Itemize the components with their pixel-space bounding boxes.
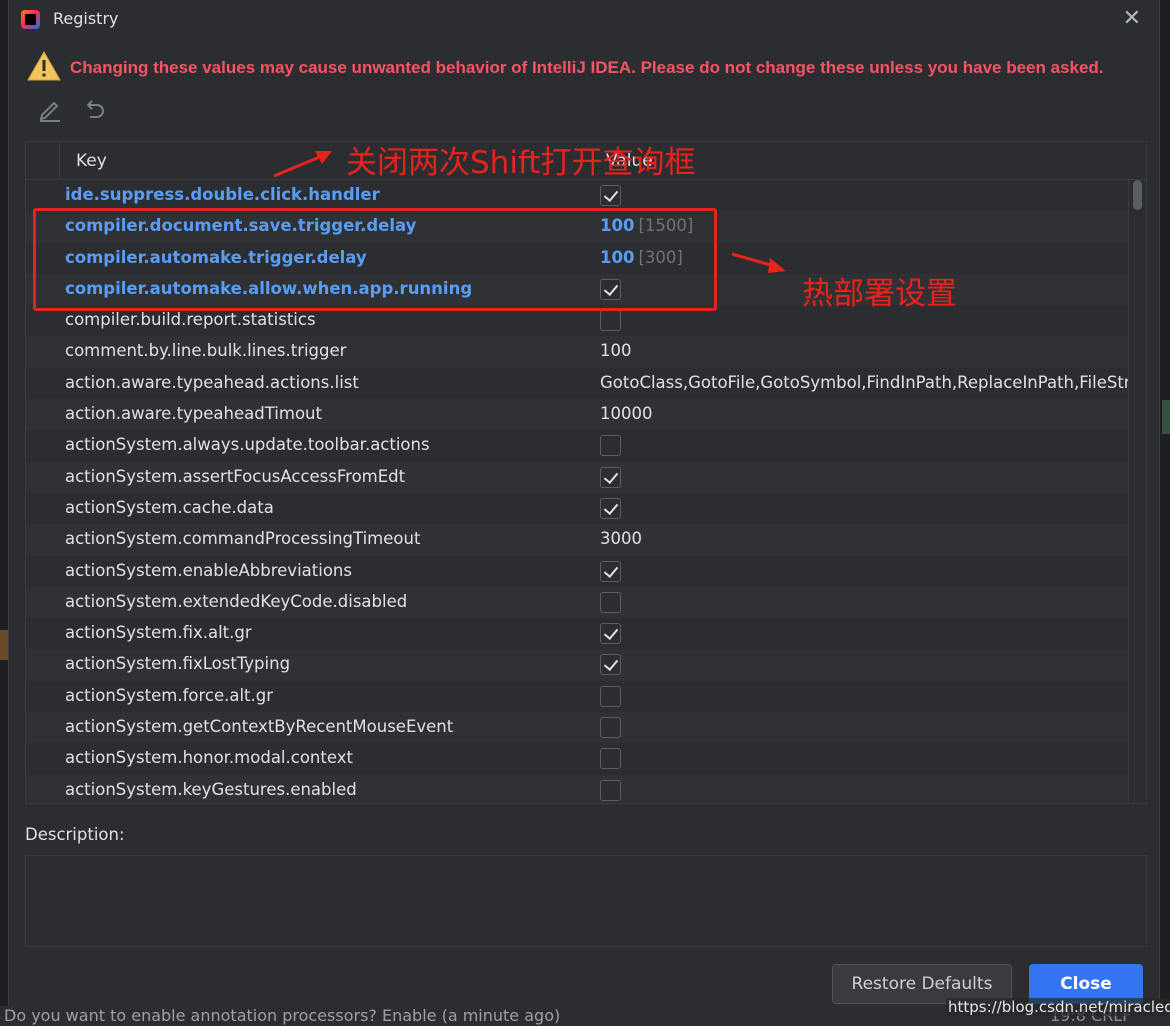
table-row[interactable]: actionSystem.force.alt.gr bbox=[26, 681, 1130, 712]
row-value-text: 10000 bbox=[600, 404, 653, 424]
table-row[interactable]: actionSystem.assertFocusAccessFromEdt bbox=[26, 461, 1130, 493]
watermark: https://blog.csdn.net/miracleon bbox=[946, 998, 1170, 1016]
row-key: actionSystem.always.update.toolbar.actio… bbox=[65, 435, 430, 455]
row-key: actionSystem.assertFocusAccessFromEdt bbox=[65, 466, 406, 486]
row-value-text: GotoClass,GotoFile,GotoSymbol,FindInPath… bbox=[600, 372, 1130, 392]
warning-text: Changing these values may cause unwanted… bbox=[70, 58, 1104, 77]
row-key: actionSystem.keyGestures.enabled bbox=[65, 779, 357, 799]
table-row[interactable]: actionSystem.fix.alt.gr bbox=[26, 618, 1130, 649]
row-key: actionSystem.enableAbbreviations bbox=[65, 560, 352, 580]
row-value-text: 3000 bbox=[600, 529, 642, 549]
row-key: actionSystem.getContextByRecentMouseEven… bbox=[65, 717, 454, 737]
checkbox-checked[interactable] bbox=[600, 185, 621, 206]
row-key: actionSystem.extendedKeyCode.disabled bbox=[65, 591, 408, 611]
description-label: Description: bbox=[25, 825, 125, 844]
annotation-hot-deploy: 热部署设置 bbox=[802, 276, 957, 312]
checkbox-checked[interactable] bbox=[600, 560, 621, 582]
table-row[interactable]: actionSystem.getContextByRecentMouseEven… bbox=[26, 712, 1130, 744]
checkbox-unchecked[interactable] bbox=[600, 717, 621, 739]
row-key: actionSystem.fixLostTyping bbox=[65, 654, 291, 674]
column-header-key[interactable]: Key bbox=[76, 151, 107, 171]
warning-triangle-icon bbox=[27, 51, 61, 81]
row-value[interactable]: 100 bbox=[600, 341, 1130, 360]
annotation-disable-double-shift: 关闭两次Shift打开查询框 bbox=[346, 145, 696, 181]
scrollbar-thumb[interactable] bbox=[1133, 180, 1142, 210]
checkbox-unchecked[interactable] bbox=[600, 591, 621, 613]
table-row[interactable]: actionSystem.honor.modal.context bbox=[26, 743, 1130, 774]
checkbox-checked[interactable] bbox=[600, 497, 621, 519]
row-value[interactable]: 3000 bbox=[600, 529, 1130, 548]
row-key: actionSystem.cache.data bbox=[65, 497, 274, 517]
table-row[interactable]: action.aware.typeahead.actions.list GotoC… bbox=[26, 368, 1130, 399]
dialog-title: Registry bbox=[53, 9, 119, 28]
app-logo-icon bbox=[21, 10, 40, 29]
row-key: actionSystem.fix.alt.gr bbox=[65, 623, 252, 643]
table-row[interactable]: comment.by.line.bulk.lines.trigger 100 bbox=[26, 336, 1130, 368]
row-key: compiler.build.report.statistics bbox=[65, 310, 316, 330]
table-row[interactable]: actionSystem.extendedKeyCode.disabled bbox=[26, 586, 1130, 619]
table-row[interactable]: ide.suppress.double.click.handler bbox=[26, 180, 1130, 211]
edit-pencil-icon[interactable] bbox=[37, 96, 63, 124]
row-key: comment.by.line.bulk.lines.trigger bbox=[65, 341, 347, 361]
undo-icon[interactable] bbox=[81, 96, 107, 124]
description-box bbox=[25, 855, 1147, 947]
close-icon[interactable]: ✕ bbox=[1123, 6, 1141, 31]
checkbox-checked[interactable] bbox=[600, 466, 621, 488]
table-row[interactable]: actionSystem.commandProcessingTimeout 300… bbox=[26, 524, 1130, 556]
title-bar[interactable]: Registry ✕ bbox=[9, 0, 1159, 38]
row-key: actionSystem.commandProcessingTimeout bbox=[65, 529, 421, 549]
checkbox-unchecked[interactable] bbox=[600, 779, 621, 801]
table-row[interactable]: actionSystem.fixLostTyping bbox=[26, 649, 1130, 681]
row-key: action.aware.typeaheadTimout bbox=[65, 404, 322, 424]
arrow-icon bbox=[273, 151, 332, 178]
row-key: actionSystem.force.alt.gr bbox=[65, 685, 274, 705]
checkbox-checked[interactable] bbox=[600, 623, 621, 645]
row-key: action.aware.typeahead.actions.list bbox=[65, 372, 359, 392]
table-row[interactable]: actionSystem.keyGestures.enabled bbox=[26, 774, 1130, 803]
row-value-text: 100 bbox=[600, 341, 632, 361]
checkbox-checked[interactable] bbox=[600, 654, 621, 676]
table-row[interactable]: action.aware.typeaheadTimout 10000 bbox=[26, 399, 1130, 431]
checkbox-unchecked[interactable] bbox=[600, 685, 621, 707]
annotation-highlight-box bbox=[33, 208, 717, 311]
arrow-icon bbox=[731, 252, 786, 273]
row-value[interactable]: GotoClass,GotoFile,GotoSymbol,FindInPath… bbox=[600, 373, 1130, 392]
checkbox-unchecked[interactable] bbox=[600, 748, 621, 770]
checkbox-unchecked[interactable] bbox=[600, 435, 621, 457]
vertical-scrollbar[interactable] bbox=[1128, 180, 1146, 803]
row-key: actionSystem.honor.modal.context bbox=[65, 748, 353, 768]
status-message[interactable]: Do you want to enable annotation process… bbox=[4, 1006, 560, 1025]
checkbox-unchecked[interactable] bbox=[600, 310, 621, 332]
warning-banner: Changing these values may cause unwanted… bbox=[27, 51, 1157, 85]
table-row[interactable]: actionSystem.always.update.toolbar.actio… bbox=[26, 430, 1130, 461]
table-row[interactable]: actionSystem.enableAbbreviations bbox=[26, 556, 1130, 587]
row-value[interactable]: 10000 bbox=[600, 404, 1130, 423]
column-separator bbox=[59, 142, 60, 180]
row-key: ide.suppress.double.click.handler bbox=[65, 185, 380, 204]
background-marker bbox=[1162, 400, 1170, 434]
table-row[interactable]: actionSystem.cache.data bbox=[26, 493, 1130, 524]
